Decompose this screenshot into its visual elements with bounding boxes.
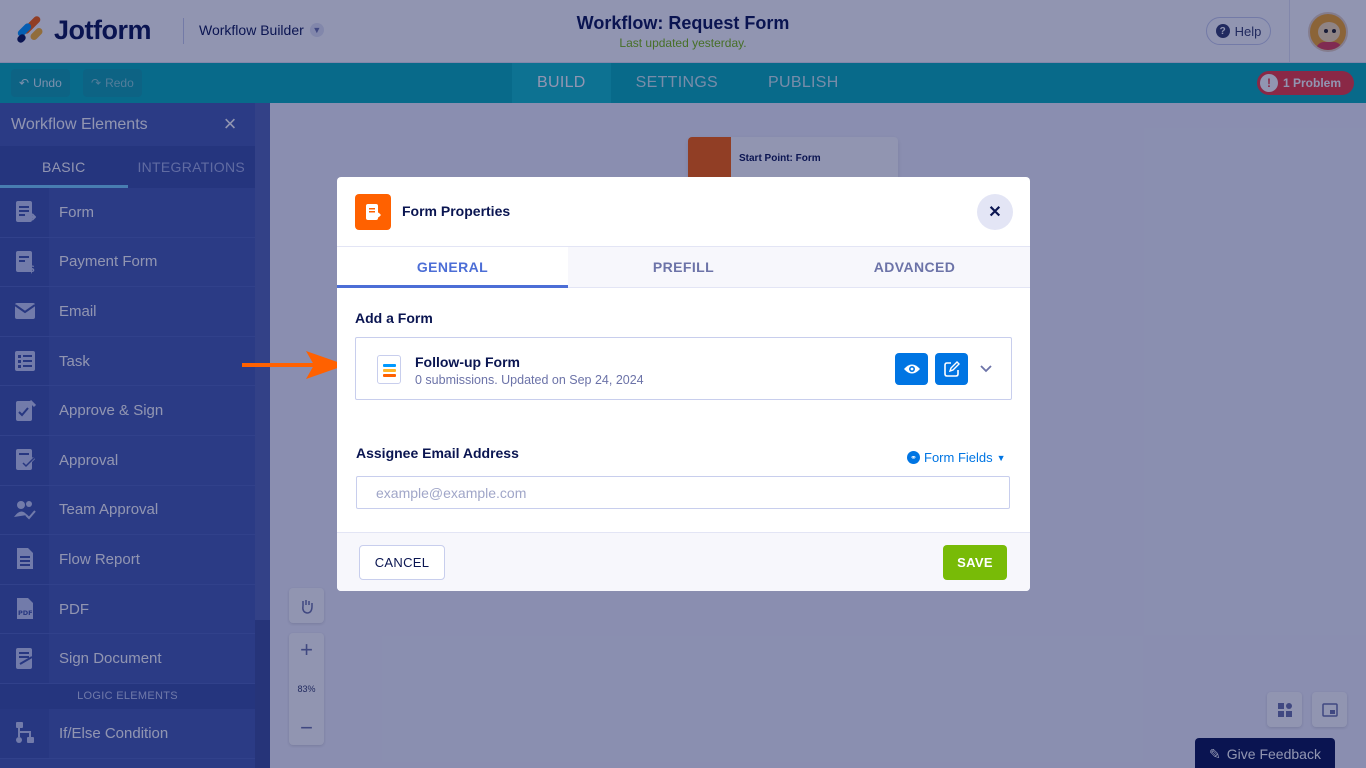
preview-form-button[interactable] — [895, 353, 928, 385]
tab-advanced[interactable]: ADVANCED — [799, 247, 1030, 287]
form-fields-dropdown[interactable]: ⚭ Form Fields ▼ — [907, 450, 1006, 465]
form-name: Follow-up Form — [415, 354, 520, 370]
form-icon — [355, 194, 391, 230]
tab-general[interactable]: GENERAL — [337, 247, 568, 288]
eye-icon — [903, 364, 920, 374]
cancel-button[interactable]: CANCEL — [359, 545, 445, 580]
dialog-footer: CANCEL SAVE — [337, 532, 1030, 591]
tab-prefill[interactable]: PREFILL — [568, 247, 799, 287]
edit-icon — [943, 361, 960, 377]
dialog-title: Form Properties — [402, 203, 511, 219]
form-properties-dialog: Form Properties ✕ GENERAL PREFILL ADVANC… — [337, 177, 1030, 591]
assignee-email-label: Assignee Email Address — [356, 445, 519, 461]
dialog-tabs: GENERAL PREFILL ADVANCED — [337, 247, 1030, 288]
dialog-header: Form Properties ✕ — [337, 177, 1030, 247]
chevron-down-icon: ▼ — [996, 452, 1006, 463]
assignee-email-input[interactable] — [356, 476, 1010, 509]
pointer-arrow-icon — [242, 351, 346, 379]
form-fields-label: Form Fields — [924, 450, 993, 465]
form-document-icon — [377, 355, 401, 384]
close-icon[interactable]: ✕ — [977, 194, 1013, 230]
link-icon: ⚭ — [907, 451, 920, 464]
form-meta: 0 submissions. Updated on Sep 24, 2024 — [415, 373, 644, 387]
selected-form-card[interactable]: Follow-up Form 0 submissions. Updated on… — [355, 337, 1012, 400]
chevron-down-icon[interactable] — [978, 360, 994, 376]
save-button[interactable]: SAVE — [943, 545, 1007, 580]
add-form-label: Add a Form — [355, 310, 433, 326]
edit-form-button[interactable] — [935, 353, 968, 385]
